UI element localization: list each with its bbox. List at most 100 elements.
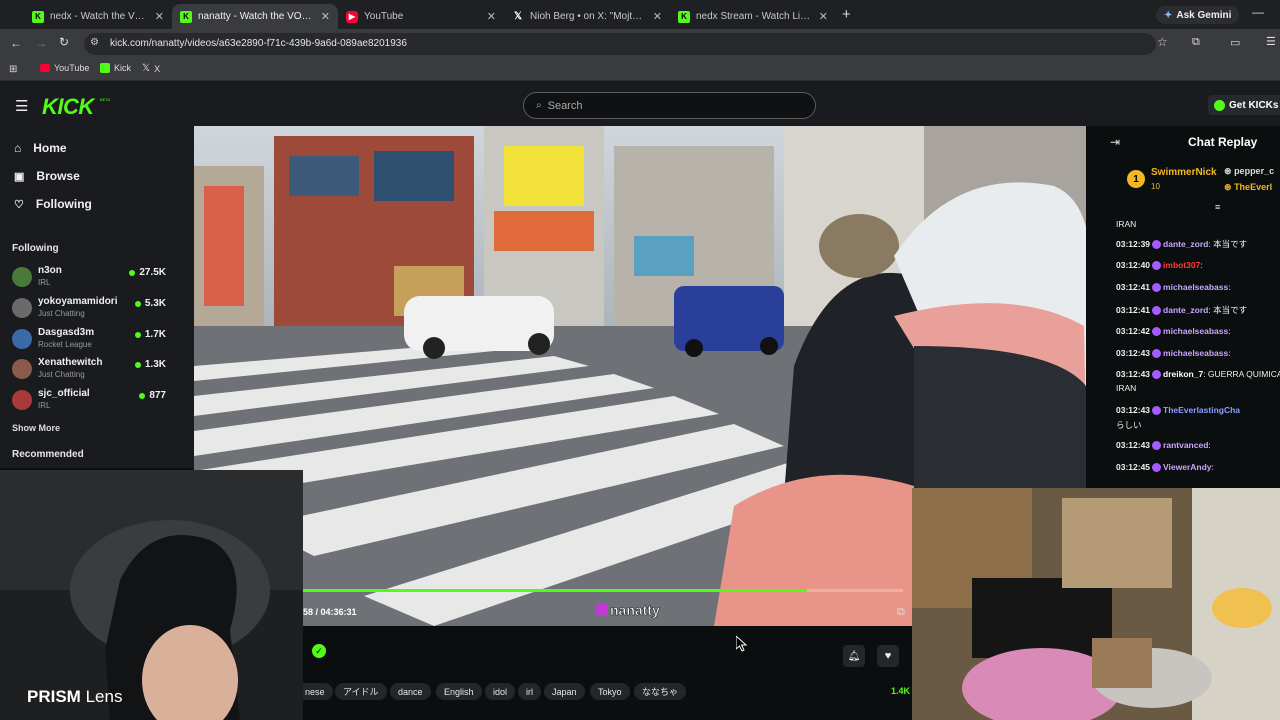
tab-title: Nioh Berg • on X: "Mojtaba [530, 11, 647, 22]
menu-icon[interactable]: ☰ [1266, 35, 1276, 48]
following-section-title: Following [12, 243, 59, 254]
kick-logo[interactable]: KICK [42, 94, 94, 120]
apps-grid-icon[interactable]: ⊞ [9, 64, 17, 75]
home-icon: ⌂ [14, 141, 22, 155]
get-kicks-button[interactable]: Get KICKs [1208, 95, 1280, 115]
tag-chip[interactable]: idol [485, 683, 516, 700]
show-more-button[interactable]: Show More [12, 423, 60, 433]
side-panel-icon[interactable]: ▭ [1230, 36, 1240, 49]
tag-chip[interactable]: English [436, 683, 482, 700]
gift-icon: ⊛ [1224, 166, 1232, 176]
minimize-window-icon[interactable]: — [1252, 5, 1264, 19]
streamer-watermark: nanatty [596, 602, 660, 618]
chat-username[interactable]: dante_zord [1163, 239, 1208, 249]
chat-username[interactable]: michaelseabass [1163, 326, 1228, 336]
tag-chip[interactable]: Tokyo [590, 683, 630, 700]
bookmark-youtube[interactable]: YouTube [40, 63, 89, 73]
following-channel-xenathewitch[interactable]: Xenathewitch Just Chatting 1.3K [12, 357, 172, 385]
browser-tab-x-post[interactable]: 𝕏 Nioh Berg • on X: "Mojtaba ✕ [504, 4, 670, 29]
chat-message-text: : [1208, 440, 1211, 450]
following-channel-yokoyamamidori[interactable]: yokoyamamidori Just Chatting 5.3K [12, 296, 172, 324]
chat-username[interactable]: dante_zord [1163, 305, 1208, 315]
gift-icon: ⊛ [1224, 182, 1232, 192]
chat-message-text: IRAN [1116, 383, 1137, 393]
channel-category: IRL [38, 401, 51, 410]
chat-username[interactable]: TheEverlastingCha [1163, 405, 1240, 415]
chat-message: 03:12:40 imbot307: [1116, 260, 1280, 271]
chat-timestamp: 03:12:43 [1116, 440, 1151, 450]
following-channel-dasgasd3m[interactable]: Dasgasd3m Rocket League 1.7K [12, 327, 172, 355]
chat-message-text: : [1228, 326, 1231, 336]
bookmark-star-icon[interactable]: ☆ [1157, 35, 1168, 49]
watermark-text: nanatty [610, 602, 660, 619]
kicks-coin-icon [1214, 99, 1225, 111]
back-icon[interactable]: ← [10, 36, 22, 50]
new-tab-button[interactable]: + [842, 6, 851, 23]
following-channel-n3on[interactable]: n3on IRL 27.5K [12, 265, 172, 293]
sidebar-item-browse[interactable]: ▣ Browse [14, 169, 80, 183]
kick-favicon-icon: K [678, 10, 690, 23]
chat-message: らしい [1116, 419, 1280, 431]
chat-timestamp: 03:12:41 [1116, 305, 1151, 315]
browser-tab-nedx-vod[interactable]: K nedx - Watch the VOD on Kick ✕ [24, 4, 172, 29]
extensions-icon[interactable]: ⧉ [1192, 36, 1200, 49]
collapse-chat-icon[interactable]: ⇥ [1110, 135, 1120, 149]
ask-gemini-label: Ask Gemini [1176, 9, 1232, 21]
chat-username[interactable]: dreikon_7 [1163, 369, 1203, 379]
chat-username[interactable]: ViewerAndy [1163, 462, 1212, 472]
prism-light-text: Lens [85, 687, 123, 706]
url-text[interactable]: kick.com/nanatty/videos/a63e2890-f71c-43… [110, 38, 407, 49]
chat-message: 03:12:45 ViewerAndy: [1116, 462, 1280, 473]
sidebar-item-home[interactable]: ⌂ Home [14, 141, 67, 155]
chat-username[interactable]: imbot307 [1163, 260, 1200, 270]
notification-bell-button[interactable]: 🔔︎ [843, 645, 865, 667]
close-icon[interactable]: ✕ [487, 10, 496, 23]
verified-badge-icon: ✓ [312, 644, 326, 658]
leaderboard-user[interactable]: ⊛ pepper_c [1224, 166, 1274, 177]
search-input[interactable]: ⌕ Search [523, 92, 816, 119]
chat-username[interactable]: michaelseabass [1163, 282, 1228, 292]
tag-chip[interactable]: nese [303, 683, 333, 700]
close-icon[interactable]: ✕ [653, 10, 662, 23]
chat-message-text: : [1211, 462, 1214, 472]
tag-chip[interactable]: Japan [544, 683, 585, 700]
reload-icon[interactable]: ↻ [59, 35, 69, 49]
site-info-icon[interactable]: ⚙ [90, 37, 99, 48]
tag-chip[interactable]: ななちゃ [634, 683, 687, 700]
close-icon[interactable]: ✕ [819, 10, 828, 23]
leaderboard-user[interactable]: SwimmerNick [1151, 167, 1217, 178]
tag-chip[interactable]: アイドル [335, 683, 387, 700]
chat-username[interactable]: rantvanced [1163, 440, 1208, 450]
channel-category: IRL [38, 278, 51, 287]
chat-message-text: : [1228, 348, 1231, 358]
expand-leaderboard-icon[interactable]: ≡ [1215, 202, 1220, 212]
hamburger-menu-icon[interactable]: ☰ [15, 97, 28, 115]
kick-favicon-icon [100, 63, 110, 73]
sidebar-item-following[interactable]: ♡ Following [14, 197, 92, 211]
browser-tab-youtube[interactable]: ▶ YouTube ✕ [338, 4, 504, 29]
bookmark-kick[interactable]: Kick [100, 63, 131, 73]
prism-bold-text: PRISM [27, 687, 81, 706]
bookmark-x[interactable]: 𝕏 X [142, 63, 160, 74]
heart-icon: ♡ [14, 198, 24, 211]
chat-username[interactable]: michaelseabass [1163, 348, 1228, 358]
chat-badge-icon [1152, 306, 1162, 316]
forward-icon[interactable]: → [35, 36, 47, 50]
ask-gemini-button[interactable]: ✦ Ask Gemini [1156, 6, 1240, 24]
tab-title: YouTube [364, 11, 404, 22]
browser-tab-nedx-live[interactable]: K nedx Stream - Watch Live on Kick ✕ [670, 4, 836, 29]
close-icon[interactable]: ✕ [321, 10, 330, 23]
follow-heart-button[interactable]: ♥ [877, 645, 899, 667]
following-channel-sjc-official[interactable]: sjc_official IRL 877 [12, 388, 172, 416]
close-icon[interactable]: ✕ [155, 10, 164, 23]
leaderboard-username: pepper_c [1234, 166, 1275, 176]
get-kicks-label: Get KICKs [1229, 99, 1279, 111]
picture-in-picture-icon[interactable]: ⧉ [897, 606, 905, 619]
tag-chip[interactable]: dance [390, 683, 431, 700]
tag-chip[interactable]: irl [518, 683, 541, 700]
channel-name: yokoyamamidori [38, 296, 118, 307]
browser-tab-nanatty-vod[interactable]: K nanatty - Watch the VOD on Kick ✕ [172, 4, 338, 29]
chat-message: 03:12:43 dreikon_7: GUERRA QUIMICA [1116, 369, 1280, 380]
leaderboard-user[interactable]: ⊛ TheEverl [1224, 182, 1272, 193]
viewer-count: 27.5K [129, 267, 166, 278]
